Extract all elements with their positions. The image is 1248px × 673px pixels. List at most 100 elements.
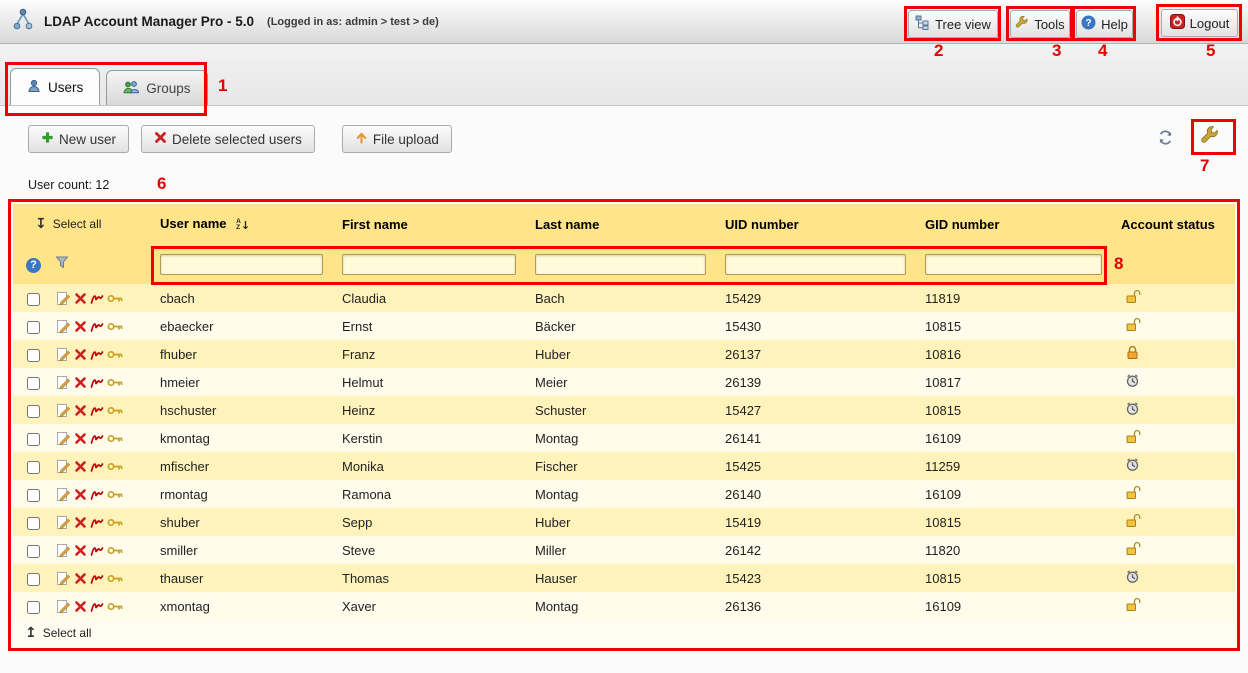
pdf-icon[interactable] xyxy=(90,572,104,586)
logout-button[interactable]: Logout xyxy=(1161,9,1238,37)
column-header-uid-number[interactable]: UID number xyxy=(721,204,921,244)
password-icon[interactable] xyxy=(107,320,124,333)
pdf-icon[interactable] xyxy=(90,460,104,474)
delete-icon[interactable] xyxy=(74,572,87,585)
pdf-icon[interactable] xyxy=(90,320,104,334)
row-checkbox[interactable] xyxy=(27,377,40,390)
pdf-icon[interactable] xyxy=(90,488,104,502)
password-icon[interactable] xyxy=(107,432,124,445)
edit-icon[interactable] xyxy=(56,571,71,586)
edit-icon[interactable] xyxy=(56,543,71,558)
delete-icon[interactable] xyxy=(74,488,87,501)
wrench-icon[interactable] xyxy=(1200,126,1220,151)
edit-icon[interactable] xyxy=(56,515,71,530)
tree-view-button[interactable]: Tree view xyxy=(908,10,998,38)
unlocked-status-icon xyxy=(1125,320,1141,335)
row-checkbox[interactable] xyxy=(27,517,40,530)
row-checkbox[interactable] xyxy=(27,405,40,418)
filter-input-first-name[interactable] xyxy=(342,254,516,275)
row-checkbox[interactable] xyxy=(27,433,40,446)
edit-icon[interactable] xyxy=(56,319,71,334)
pdf-icon[interactable] xyxy=(90,292,104,306)
row-checkbox[interactable] xyxy=(27,461,40,474)
filter-input-user-name[interactable] xyxy=(160,254,323,275)
edit-icon[interactable] xyxy=(56,459,71,474)
pdf-icon[interactable] xyxy=(90,544,104,558)
filter-input-last-name[interactable] xyxy=(535,254,706,275)
file-upload-button[interactable]: File upload xyxy=(342,125,452,153)
select-all-top[interactable]: ↧ Select all xyxy=(17,216,101,232)
row-checkbox[interactable] xyxy=(27,545,40,558)
pdf-icon[interactable] xyxy=(90,376,104,390)
select-all-bottom[interactable]: ↥ Select all xyxy=(25,625,91,641)
unlocked-status-icon xyxy=(1125,600,1141,615)
tab-groups[interactable]: Groups xyxy=(106,70,207,105)
last-name-cell: Montag xyxy=(531,424,721,452)
delete-selected-users-button[interactable]: Delete selected users xyxy=(141,125,315,153)
password-icon[interactable] xyxy=(107,516,124,529)
uid-number-cell: 15430 xyxy=(721,312,921,340)
edit-icon[interactable] xyxy=(56,403,71,418)
refresh-icon[interactable] xyxy=(1157,129,1174,151)
edit-icon[interactable] xyxy=(56,347,71,362)
unlocked-status-icon xyxy=(1125,432,1141,447)
pdf-icon[interactable] xyxy=(90,348,104,362)
edit-icon[interactable] xyxy=(56,599,71,614)
table-row: smillerSteveMiller2614211820 xyxy=(13,536,1235,564)
edit-icon[interactable] xyxy=(56,375,71,390)
delete-icon[interactable] xyxy=(74,460,87,473)
delete-icon[interactable] xyxy=(74,432,87,445)
pdf-icon[interactable] xyxy=(90,600,104,614)
password-icon[interactable] xyxy=(107,544,124,557)
column-header-user-name[interactable]: User name A Z ↓ xyxy=(156,204,338,244)
row-checkbox[interactable] xyxy=(27,349,40,362)
delete-icon[interactable] xyxy=(74,292,87,305)
tools-wrench-icon xyxy=(1015,16,1029,33)
password-icon[interactable] xyxy=(107,404,124,417)
delete-icon[interactable] xyxy=(74,544,87,557)
delete-icon[interactable] xyxy=(74,516,87,529)
delete-icon[interactable] xyxy=(74,376,87,389)
delete-icon[interactable] xyxy=(74,348,87,361)
row-checkbox[interactable] xyxy=(27,293,40,306)
first-name-cell: Sepp xyxy=(338,508,531,536)
column-header-last-name[interactable]: Last name xyxy=(531,204,721,244)
edit-icon[interactable] xyxy=(56,431,71,446)
table-row: hmeierHelmutMeier2613910817 xyxy=(13,368,1235,396)
row-checkbox[interactable] xyxy=(27,489,40,502)
password-icon[interactable] xyxy=(107,292,124,305)
delete-icon[interactable] xyxy=(74,320,87,333)
pdf-icon[interactable] xyxy=(90,404,104,418)
password-icon[interactable] xyxy=(107,600,124,613)
row-checkbox[interactable] xyxy=(27,573,40,586)
plus-icon xyxy=(41,131,54,147)
password-icon[interactable] xyxy=(107,376,124,389)
delete-icon[interactable] xyxy=(74,404,87,417)
filter-help-icon[interactable]: ? xyxy=(26,258,41,273)
password-icon[interactable] xyxy=(107,572,124,585)
filter-input-gid-number[interactable] xyxy=(925,254,1102,275)
edit-icon[interactable] xyxy=(56,291,71,306)
delete-icon[interactable] xyxy=(74,600,87,613)
tools-button[interactable]: Tools xyxy=(1010,10,1070,38)
column-header-gid-number[interactable]: GID number xyxy=(921,204,1117,244)
unlocked-status-icon xyxy=(1125,488,1141,503)
tab-groups-label: Groups xyxy=(146,81,190,96)
edit-icon[interactable] xyxy=(56,487,71,502)
new-user-button[interactable]: New user xyxy=(28,125,129,153)
pdf-icon[interactable] xyxy=(90,432,104,446)
help-button[interactable]: ? Help xyxy=(1076,10,1133,38)
tab-users[interactable]: Users xyxy=(10,68,100,105)
pdf-icon[interactable] xyxy=(90,516,104,530)
sort-icon[interactable]: A Z ↓ xyxy=(236,219,250,232)
row-checkbox[interactable] xyxy=(27,321,40,334)
column-header-first-name[interactable]: First name xyxy=(338,204,531,244)
uid-number-cell: 26141 xyxy=(721,424,921,452)
column-header-account-status[interactable]: Account status xyxy=(1117,204,1235,244)
password-icon[interactable] xyxy=(107,460,124,473)
row-checkbox[interactable] xyxy=(27,601,40,614)
filter-input-uid-number[interactable] xyxy=(725,254,906,275)
password-icon[interactable] xyxy=(107,348,124,361)
password-icon[interactable] xyxy=(107,488,124,501)
last-name-cell: Bach xyxy=(531,284,721,312)
